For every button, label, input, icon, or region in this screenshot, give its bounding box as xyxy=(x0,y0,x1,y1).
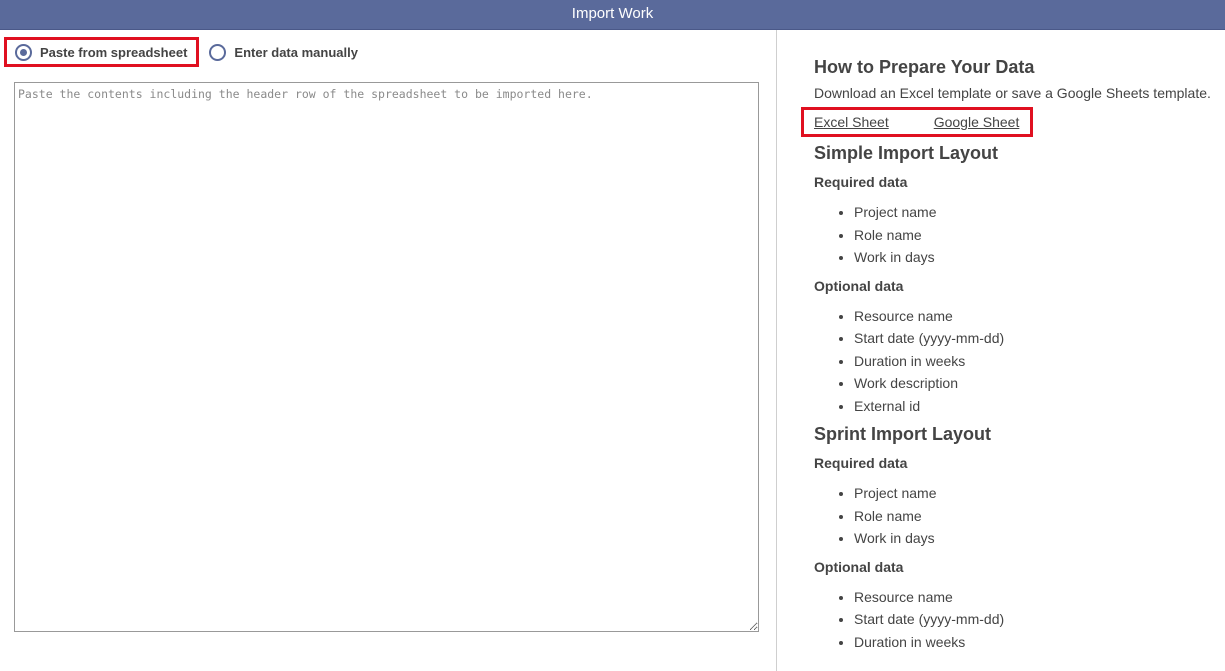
simple-import-layout-title: Simple Import Layout xyxy=(814,143,999,163)
paste-from-spreadsheet-label[interactable]: Paste from spreadsheet xyxy=(40,45,187,60)
radio-unselected-icon[interactable] xyxy=(209,43,227,61)
list-item: Work in days xyxy=(854,246,1219,269)
list-item: Duration in weeks xyxy=(854,631,1219,654)
list-item: Start date (yyyy-mm-dd) xyxy=(854,327,1219,350)
list-item: Start date (yyyy-mm-dd) xyxy=(854,608,1219,631)
list-item: Duration in weeks xyxy=(854,350,1219,373)
sprint-optional-heading: Optional data xyxy=(814,558,904,575)
enter-data-manually-label[interactable]: Enter data manually xyxy=(234,45,358,60)
sprint-required-list: Project name Role name Work in days xyxy=(814,482,1219,550)
import-mode-radio-group: Paste from spreadsheet Enter data manual… xyxy=(4,37,368,67)
paste-from-spreadsheet-option[interactable]: Paste from spreadsheet xyxy=(4,37,200,67)
template-links: Excel Sheet Google Sheet xyxy=(801,107,1034,137)
list-item: Work description xyxy=(854,372,1219,395)
list-item: Role name xyxy=(854,505,1219,528)
list-item: Resource name xyxy=(854,305,1219,328)
simple-required-list: Project name Role name Work in days xyxy=(814,201,1219,269)
list-item: External id xyxy=(854,395,1219,418)
list-item: Project name xyxy=(854,201,1219,224)
google-sheet-link[interactable]: Google Sheet xyxy=(934,114,1020,130)
paste-textarea[interactable] xyxy=(14,82,759,632)
input-pane: Paste from spreadsheet Enter data manual… xyxy=(0,30,777,671)
radio-selected-icon[interactable] xyxy=(15,43,32,61)
sprint-optional-list: Resource name Start date (yyyy-mm-dd) Du… xyxy=(814,586,1219,654)
excel-sheet-link[interactable]: Excel Sheet xyxy=(814,114,889,130)
window-title: Import Work xyxy=(0,0,1225,30)
sprint-required-heading: Required data xyxy=(814,455,908,471)
simple-required-heading: Required data xyxy=(814,174,908,190)
list-item: Role name xyxy=(854,224,1219,247)
list-item: Resource name xyxy=(854,586,1219,609)
sprint-import-layout-title: Sprint Import Layout xyxy=(814,424,991,444)
help-description: Download an Excel template or save a Goo… xyxy=(814,85,1211,101)
enter-data-manually-option[interactable]: Enter data manually xyxy=(199,37,368,67)
help-title: How to Prepare Your Data xyxy=(814,57,1035,77)
list-item: Project name xyxy=(854,482,1219,505)
simple-optional-list: Resource name Start date (yyyy-mm-dd) Du… xyxy=(814,305,1219,418)
help-pane: How to Prepare Your Data Download an Exc… xyxy=(778,30,1225,671)
simple-optional-heading: Optional data xyxy=(814,277,904,294)
list-item: Work in days xyxy=(854,527,1219,550)
